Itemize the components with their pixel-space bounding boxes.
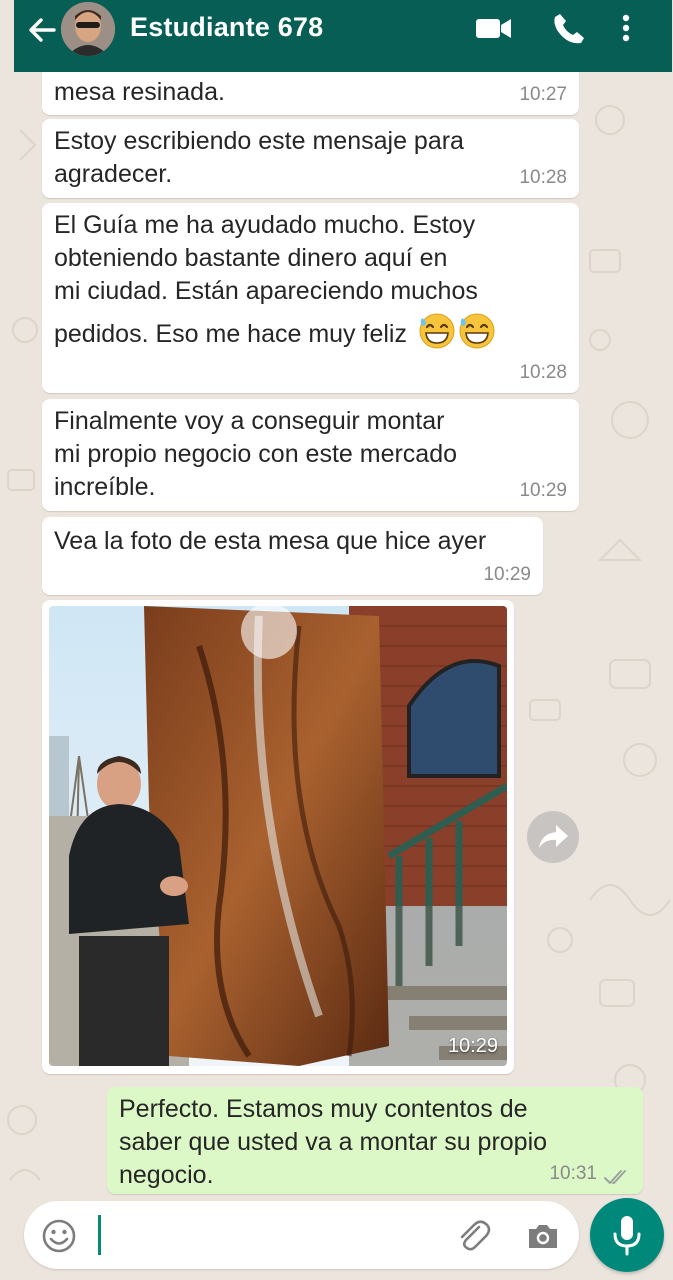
message-time: 10:31 xyxy=(549,1163,597,1184)
message-time: 10:29 xyxy=(447,1035,498,1057)
shared-photo[interactable] xyxy=(49,606,507,1066)
forward-button[interactable] xyxy=(527,811,579,863)
outgoing-message-bubble[interactable]: Perfecto. Estamos muy contentos de saber… xyxy=(107,1087,643,1194)
message-text: mesa resinada. xyxy=(54,78,225,106)
message-line: mi ciudad. Están apareciendo muchos xyxy=(54,277,478,305)
more-vert-icon[interactable] xyxy=(616,10,636,46)
mic-icon xyxy=(613,1216,641,1256)
message-time: 10:28 xyxy=(519,167,567,188)
message-line: pedidos. Eso me hace muy feliz xyxy=(54,320,407,348)
message-text: Estoy escribiendo este mensaje para agra… xyxy=(54,127,464,188)
forward-icon xyxy=(539,825,568,848)
phone-icon[interactable] xyxy=(550,10,590,46)
message-time: 10:29 xyxy=(483,564,531,585)
grinning-sweat-emoji xyxy=(419,313,455,349)
message-line: El Guía me ha ayudado mucho. Estoy xyxy=(54,211,476,239)
contact-name[interactable]: Estudiante 678 xyxy=(130,12,323,43)
message-line: obteniendo bastante dinero aquí en xyxy=(54,244,448,272)
message-bubble[interactable]: Finalmente voy a conseguir montar mi pro… xyxy=(42,399,579,511)
chat-header: Estudiante 678 xyxy=(14,0,672,72)
read-double-check-icon xyxy=(604,1170,626,1184)
message-bubble[interactable]: Estoy escribiendo este mensaje para agra… xyxy=(42,119,579,198)
back-arrow-icon[interactable] xyxy=(26,14,58,46)
chat-screen: Estudiante 678 mesa resinada. 10:27 Esto… xyxy=(0,0,673,1280)
message-input-bar xyxy=(24,1201,579,1269)
message-time: 10:28 xyxy=(519,362,567,383)
avatar[interactable] xyxy=(61,2,115,56)
message-text: Finalmente voy a conseguir montar mi pro… xyxy=(54,407,458,501)
message-text: Vea la foto de esta mesa que hice ayer xyxy=(54,527,487,555)
message-time: 10:27 xyxy=(519,84,567,105)
voice-message-button[interactable] xyxy=(590,1198,664,1272)
message-bubble[interactable]: El Guía me ha ayudado mucho. Estoy obten… xyxy=(42,203,579,393)
image-message[interactable]: 10:29 xyxy=(42,600,514,1074)
video-call-icon[interactable] xyxy=(474,10,514,46)
message-time: 10:29 xyxy=(519,480,567,501)
attach-icon[interactable] xyxy=(454,1217,492,1255)
emoji-icon[interactable] xyxy=(40,1217,78,1255)
message-bubble[interactable]: Vea la foto de esta mesa que hice ayer 1… xyxy=(42,517,543,595)
grinning-sweat-emoji xyxy=(459,313,495,349)
message-input[interactable] xyxy=(98,1215,101,1255)
camera-icon[interactable] xyxy=(524,1217,562,1255)
